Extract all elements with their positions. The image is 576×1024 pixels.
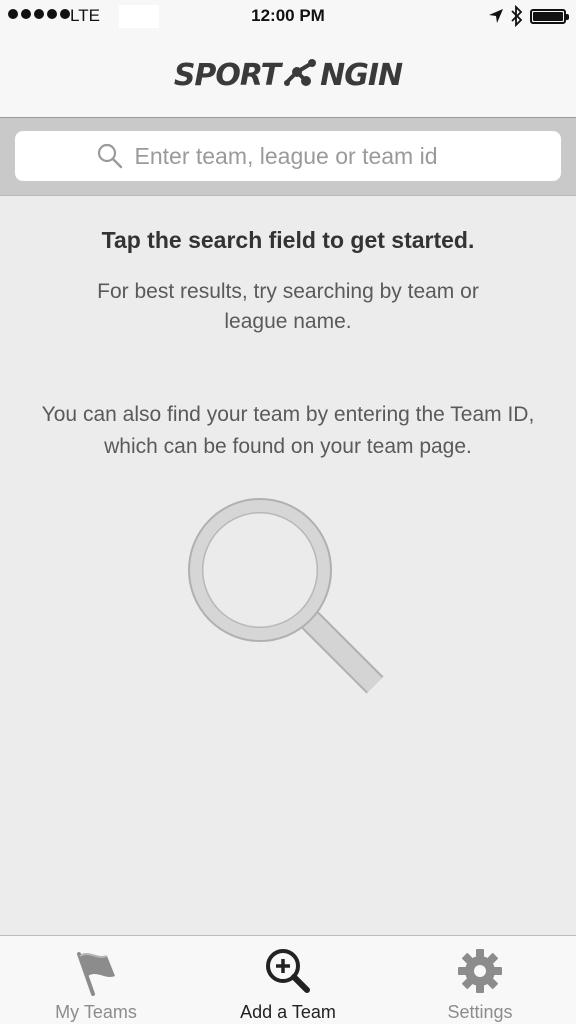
team-id-hint: You can also find your team by entering …: [41, 403, 535, 458]
search-box[interactable]: [15, 131, 561, 181]
instruction-headline: Tap the search field to get started.: [101, 227, 475, 253]
battery-icon: [530, 9, 569, 24]
search-bar-container: [0, 118, 576, 196]
main-content: Tap the search field to get started. For…: [0, 197, 576, 935]
gear-icon: [458, 949, 502, 993]
tab-settings[interactable]: Settings: [384, 936, 576, 1024]
tab-my-teams[interactable]: My Teams: [0, 936, 192, 1024]
tab-bar: My Teams Add a Team Settings: [0, 935, 576, 1024]
location-arrow-icon: [489, 9, 503, 23]
sportngin-logo: SPORT NGIN: [173, 57, 403, 93]
tab-label-settings: Settings: [447, 1002, 513, 1022]
magnifier-illustration-icon: [188, 498, 384, 694]
tab-add-a-team[interactable]: Add a Team: [192, 936, 384, 1024]
bluetooth-icon: [511, 5, 523, 27]
flag-icon: [77, 952, 115, 996]
tab-label-add-a-team: Add a Team: [240, 1002, 336, 1022]
search-icon: [97, 143, 122, 169]
instruction-subtext: For best results, try searching by team …: [97, 280, 479, 333]
app-header: SPORT NGIN: [0, 33, 576, 118]
logo-text-left: SPORT: [173, 57, 281, 93]
search-input[interactable]: [134, 142, 480, 170]
status-bar: LTE 12:00 PM: [0, 0, 576, 33]
logo-text-right: NGIN: [320, 57, 403, 93]
logo-network-icon: [284, 59, 317, 86]
add-search-icon: [266, 949, 310, 993]
tab-label-my-teams: My Teams: [55, 1002, 137, 1022]
